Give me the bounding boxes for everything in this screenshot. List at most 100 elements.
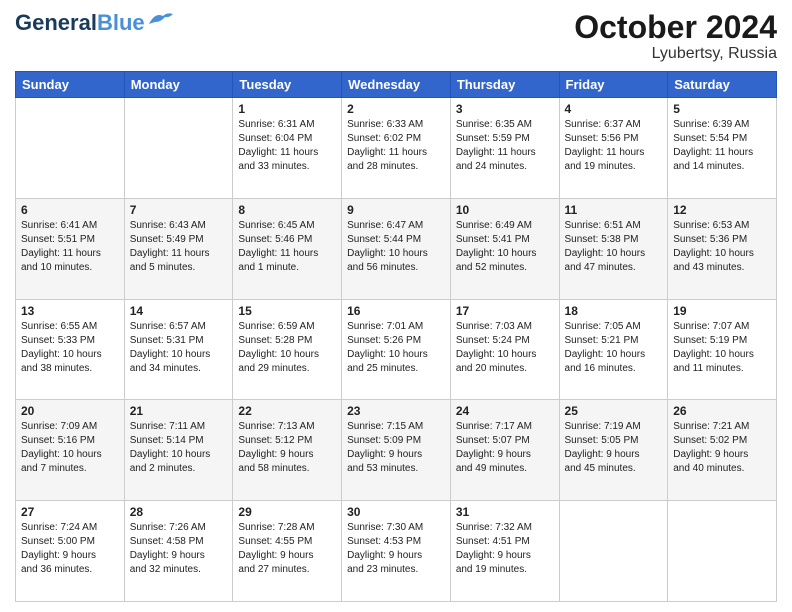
day-number: 3: [456, 102, 554, 116]
table-row: 2Sunrise: 6:33 AM Sunset: 6:02 PM Daylig…: [342, 98, 451, 199]
day-info: Sunrise: 7:24 AM Sunset: 5:00 PM Dayligh…: [21, 521, 119, 577]
day-number: 17: [456, 304, 554, 318]
day-info: Sunrise: 6:39 AM Sunset: 5:54 PM Dayligh…: [673, 118, 771, 174]
day-number: 15: [238, 304, 336, 318]
day-number: 2: [347, 102, 445, 116]
day-info: Sunrise: 6:57 AM Sunset: 5:31 PM Dayligh…: [130, 320, 228, 376]
day-number: 6: [21, 203, 119, 217]
table-row: 14 Sunrise: 6:57 AM Sunset: 5:31 PM Dayli…: [124, 299, 233, 400]
day-info: Sunrise: 6:43 AM Sunset: 5:49 PM Dayligh…: [130, 219, 228, 275]
table-row: 5 Sunrise: 6:39 AM Sunset: 5:54 PM Daylig…: [668, 98, 777, 199]
day-info: Sunrise: 7:32 AM Sunset: 4:51 PM Dayligh…: [456, 521, 554, 577]
day-number: 7: [130, 203, 228, 217]
day-info: Sunrise: 6:49 AM Sunset: 5:41 PM Dayligh…: [456, 219, 554, 275]
day-info: Sunrise: 7:07 AM Sunset: 5:19 PM Dayligh…: [673, 320, 771, 376]
table-row: 19 Sunrise: 7:07 AM Sunset: 5:19 PM Dayli…: [668, 299, 777, 400]
day-number: 11: [565, 203, 663, 217]
table-row: 10Sunrise: 6:49 AM Sunset: 5:41 PM Dayli…: [450, 198, 559, 299]
day-info: Sunrise: 7:03 AM Sunset: 5:24 PM Dayligh…: [456, 320, 554, 376]
header-thursday: Thursday: [450, 72, 559, 98]
header-friday: Friday: [559, 72, 668, 98]
logo-bird-icon: [147, 10, 175, 28]
day-number: 8: [238, 203, 336, 217]
day-number: 18: [565, 304, 663, 318]
calendar-row-5: 27 Sunrise: 7:24 AM Sunset: 5:00 PM Dayli…: [16, 501, 777, 602]
day-info: Sunrise: 6:41 AM Sunset: 5:51 PM Dayligh…: [21, 219, 119, 275]
table-row: 25 Sunrise: 7:19 AM Sunset: 5:05 PM Dayli…: [559, 400, 668, 501]
table-row: [559, 501, 668, 602]
table-row: 26Sunrise: 7:21 AM Sunset: 5:02 PM Dayli…: [668, 400, 777, 501]
day-info: Sunrise: 6:53 AM Sunset: 5:36 PM Dayligh…: [673, 219, 771, 275]
table-row: 23 Sunrise: 7:15 AM Sunset: 5:09 PM Dayli…: [342, 400, 451, 501]
table-row: 11Sunrise: 6:51 AM Sunset: 5:38 PM Dayli…: [559, 198, 668, 299]
day-number: 19: [673, 304, 771, 318]
table-row: [124, 98, 233, 199]
day-number: 25: [565, 404, 663, 418]
day-number: 21: [130, 404, 228, 418]
table-row: 30Sunrise: 7:30 AM Sunset: 4:53 PM Dayli…: [342, 501, 451, 602]
day-info: Sunrise: 7:15 AM Sunset: 5:09 PM Dayligh…: [347, 420, 445, 476]
table-row: 16 Sunrise: 7:01 AM Sunset: 5:26 PM Dayli…: [342, 299, 451, 400]
day-number: 22: [238, 404, 336, 418]
day-number: 16: [347, 304, 445, 318]
logo-text: GeneralBlue: [15, 10, 145, 36]
table-row: 27 Sunrise: 7:24 AM Sunset: 5:00 PM Dayli…: [16, 501, 125, 602]
day-number: 12: [673, 203, 771, 217]
table-row: 6 Sunrise: 6:41 AM Sunset: 5:51 PM Daylig…: [16, 198, 125, 299]
day-number: 4: [565, 102, 663, 116]
day-info: Sunrise: 7:21 AM Sunset: 5:02 PM Dayligh…: [673, 420, 771, 476]
table-row: 13Sunrise: 6:55 AM Sunset: 5:33 PM Dayli…: [16, 299, 125, 400]
day-number: 1: [238, 102, 336, 116]
day-number: 27: [21, 505, 119, 519]
day-info: Sunrise: 6:37 AM Sunset: 5:56 PM Dayligh…: [565, 118, 663, 174]
calendar-row-1: 1 Sunrise: 6:31 AM Sunset: 6:04 PM Daylig…: [16, 98, 777, 199]
table-row: [668, 501, 777, 602]
month-title: October 2024: [574, 10, 777, 45]
header-saturday: Saturday: [668, 72, 777, 98]
header-wednesday: Wednesday: [342, 72, 451, 98]
day-info: Sunrise: 6:35 AM Sunset: 5:59 PM Dayligh…: [456, 118, 554, 174]
day-info: Sunrise: 6:31 AM Sunset: 6:04 PM Dayligh…: [238, 118, 336, 174]
day-info: Sunrise: 7:13 AM Sunset: 5:12 PM Dayligh…: [238, 420, 336, 476]
header: GeneralBlue October 2024 Lyubertsy, Russ…: [15, 10, 777, 63]
day-number: 31: [456, 505, 554, 519]
weekday-header-row: Sunday Monday Tuesday Wednesday Thursday…: [16, 72, 777, 98]
day-number: 29: [238, 505, 336, 519]
table-row: 15 Sunrise: 6:59 AM Sunset: 5:28 PM Dayli…: [233, 299, 342, 400]
calendar-row-3: 13Sunrise: 6:55 AM Sunset: 5:33 PM Dayli…: [16, 299, 777, 400]
table-row: 1 Sunrise: 6:31 AM Sunset: 6:04 PM Daylig…: [233, 98, 342, 199]
header-sunday: Sunday: [16, 72, 125, 98]
day-number: 30: [347, 505, 445, 519]
day-info: Sunrise: 6:45 AM Sunset: 5:46 PM Dayligh…: [238, 219, 336, 275]
table-row: 12 Sunrise: 6:53 AM Sunset: 5:36 PM Dayli…: [668, 198, 777, 299]
table-row: 29 Sunrise: 7:28 AM Sunset: 4:55 PM Dayli…: [233, 501, 342, 602]
day-info: Sunrise: 7:19 AM Sunset: 5:05 PM Dayligh…: [565, 420, 663, 476]
table-row: 24 Sunrise: 7:17 AM Sunset: 5:07 PM Dayli…: [450, 400, 559, 501]
day-info: Sunrise: 7:28 AM Sunset: 4:55 PM Dayligh…: [238, 521, 336, 577]
table-row: 8 Sunrise: 6:45 AM Sunset: 5:46 PM Daylig…: [233, 198, 342, 299]
day-number: 20: [21, 404, 119, 418]
header-monday: Monday: [124, 72, 233, 98]
logo: GeneralBlue: [15, 10, 175, 36]
title-area: October 2024 Lyubertsy, Russia: [574, 10, 777, 63]
table-row: 17 Sunrise: 7:03 AM Sunset: 5:24 PM Dayli…: [450, 299, 559, 400]
table-row: 3 Sunrise: 6:35 AM Sunset: 5:59 PM Daylig…: [450, 98, 559, 199]
table-row: 28Sunrise: 7:26 AM Sunset: 4:58 PM Dayli…: [124, 501, 233, 602]
day-info: Sunrise: 7:11 AM Sunset: 5:14 PM Dayligh…: [130, 420, 228, 476]
day-info: Sunrise: 7:05 AM Sunset: 5:21 PM Dayligh…: [565, 320, 663, 376]
table-row: 9Sunrise: 6:47 AM Sunset: 5:44 PM Daylig…: [342, 198, 451, 299]
page: GeneralBlue October 2024 Lyubertsy, Russ…: [0, 0, 792, 612]
day-info: Sunrise: 7:01 AM Sunset: 5:26 PM Dayligh…: [347, 320, 445, 376]
day-info: Sunrise: 7:17 AM Sunset: 5:07 PM Dayligh…: [456, 420, 554, 476]
calendar-row-4: 20Sunrise: 7:09 AM Sunset: 5:16 PM Dayli…: [16, 400, 777, 501]
table-row: 18 Sunrise: 7:05 AM Sunset: 5:21 PM Dayli…: [559, 299, 668, 400]
day-number: 23: [347, 404, 445, 418]
calendar-table: Sunday Monday Tuesday Wednesday Thursday…: [15, 71, 777, 602]
day-number: 24: [456, 404, 554, 418]
day-number: 5: [673, 102, 771, 116]
day-info: Sunrise: 6:55 AM Sunset: 5:33 PM Dayligh…: [21, 320, 119, 376]
day-info: Sunrise: 7:26 AM Sunset: 4:58 PM Dayligh…: [130, 521, 228, 577]
table-row: 7 Sunrise: 6:43 AM Sunset: 5:49 PM Daylig…: [124, 198, 233, 299]
day-number: 14: [130, 304, 228, 318]
day-info: Sunrise: 6:59 AM Sunset: 5:28 PM Dayligh…: [238, 320, 336, 376]
